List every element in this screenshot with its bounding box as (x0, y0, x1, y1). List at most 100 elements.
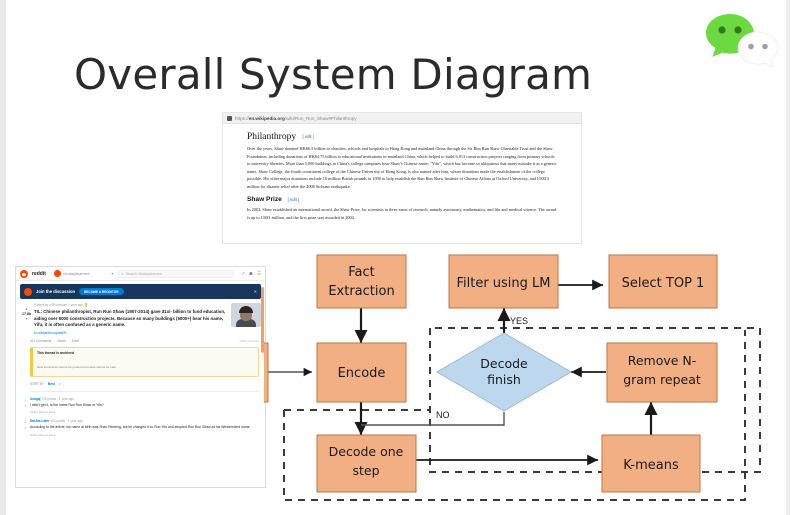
list-item: ▲ ▼ Snagaj 739 points · 1 year ago I did… (24, 397, 259, 414)
comment-author[interactable]: Eat-Me-Later (30, 419, 49, 423)
article-subheading: Shaw Prize [ edit ] (247, 196, 557, 203)
save-action[interactable]: Save (72, 339, 79, 343)
address-url: https://en.wikipedia.org/wiki/Run_Run_Sh… (235, 116, 357, 121)
share-action[interactable]: Share (57, 339, 66, 343)
close-icon[interactable]: ✕ (254, 289, 257, 294)
comment-downvote-icon[interactable]: ▼ (24, 426, 27, 430)
search-placeholder: Search r/todayilearned (125, 271, 162, 276)
comment-actions[interactable]: Share Report Save (30, 433, 259, 437)
search-input[interactable]: ⌕ Search r/todayilearned (117, 269, 235, 278)
subreddit-icon (53, 270, 61, 277)
comment-body: Snagaj 739 points · 1 year ago I didn't … (30, 397, 259, 414)
sort-controls: SORT BY Best ▾ (30, 382, 265, 386)
comments-action[interactable]: 411 Comments (30, 339, 51, 343)
node-label: Extraction (328, 284, 394, 299)
comment-actions[interactable]: Share Report Save (30, 410, 259, 414)
node-fact-extraction[interactable]: Fact Extraction (316, 254, 407, 309)
node-label: Decode one (329, 444, 404, 459)
article-heading-text: Philanthropy (247, 132, 297, 142)
comment-downvote-icon[interactable]: ▼ (24, 404, 27, 408)
banner-logo-icon (24, 287, 32, 296)
vote-controls[interactable]: ▲ 17.8k ▼ (22, 303, 31, 335)
post-link[interactable]: en.wikipedia.org/wiki/R... (34, 331, 228, 335)
node-label: Encode (338, 366, 386, 381)
wechat-logo-svg (706, 14, 779, 68)
sort-value[interactable]: Best (48, 382, 55, 386)
comment-author[interactable]: Snagaj (30, 397, 40, 401)
subreddit-name: r/todayilearned (62, 271, 90, 276)
article-paragraph: Over the years, Shaw donated HK$6.5 bill… (247, 146, 557, 189)
comment-vote-controls[interactable]: ▲ ▼ (24, 419, 27, 436)
reddit-logo-icon[interactable] (20, 269, 28, 278)
post-meta: Posted by u/Rhombium 1 year ago 🏆 (34, 303, 88, 307)
node-label: step (352, 463, 379, 478)
presentation-slide: Overall System Diagram https://en.wikipe… (0, 0, 790, 515)
url-path: /wiki/Run_Run_Shaw#Philanthropy (284, 115, 357, 121)
banner-text: Join the discussion (36, 289, 76, 294)
comment-text: According to the article, his name at bi… (29, 425, 251, 430)
wikipedia-article: Philanthropy [ edit ] Over the years, Sh… (223, 124, 581, 225)
article-subheading-text: Shaw Prize (247, 196, 282, 204)
node-label: Decode (480, 356, 528, 371)
archived-title: This thread is archived (37, 350, 74, 355)
edge-label-no: NO (436, 410, 450, 420)
post-thumbnail[interactable] (231, 303, 261, 327)
node-select-top-1[interactable]: Select TOP 1 (608, 254, 718, 309)
node-k-means[interactable]: K-means (601, 434, 701, 493)
comment-body: Eat-Me-Later 403 points · 1 year ago Acc… (30, 419, 259, 436)
comment-header: Eat-Me-Later 403 points · 1 year ago (30, 419, 259, 423)
comment-upvote-icon[interactable]: ▲ (24, 420, 27, 424)
sort-label: SORT BY (30, 381, 44, 386)
comment-vote-controls[interactable]: ▲ ▼ (24, 397, 27, 414)
post-body: Posted by u/Rhombium 1 year ago 🏆 TIL: C… (34, 303, 228, 335)
sort-chevron-down-icon[interactable]: ▾ (59, 382, 61, 386)
edit-link-2[interactable]: [ edit ] (288, 197, 299, 202)
chevron-down-icon[interactable]: ▾ (111, 271, 113, 276)
comment-text: I didn't get it, is the name Run Run Sha… (29, 402, 104, 407)
reddit-wordmark[interactable]: reddit (32, 271, 46, 277)
comment-header: Snagaj 739 points · 1 year ago (30, 397, 259, 401)
article-heading: Philanthropy [ edit ] (247, 132, 557, 142)
lock-icon (227, 115, 232, 121)
archived-subtitle: New comments cannot be posted and votes … (37, 364, 116, 369)
wechat-logo (700, 6, 784, 68)
node-label: finish (487, 372, 521, 387)
node-label: gram repeat (623, 372, 701, 387)
comment-meta: 739 points · 1 year ago (41, 396, 74, 401)
node-conversational-history[interactable]: Conversational history (264, 342, 269, 403)
node-decode-one-step[interactable]: Decode one step (316, 434, 417, 493)
upvote-ratio: 100% Upvoted (239, 338, 259, 343)
node-label: Fact (348, 265, 375, 280)
page-title: Overall System Diagram (74, 50, 593, 99)
node-label: Filter using LM (456, 276, 550, 291)
subreddit-selector[interactable]: r/todayilearned (53, 270, 90, 277)
reddit-screenshot: reddit r/todayilearned ▾ ⌕ Search r/toda… (15, 266, 266, 488)
node-label: K-means (623, 458, 679, 473)
node-decode-finish[interactable]: Decode finish (436, 332, 572, 412)
reddit-header: reddit r/todayilearned ▾ ⌕ Search r/toda… (16, 267, 265, 281)
downvote-icon[interactable]: ▼ (25, 317, 28, 321)
node-filter-using-lm[interactable]: Filter using LM (448, 254, 559, 309)
node-remove-n-gram-repeat[interactable]: Remove N- gram repeat (606, 342, 718, 403)
url-domain: en.wikipedia.org (248, 115, 285, 121)
header-icons: ↗ ☗ ☰ (241, 271, 261, 277)
url-prefix: https:// (235, 115, 249, 121)
comment-upvote-icon[interactable]: ▲ (24, 398, 27, 402)
notification-icon[interactable]: ☗ (249, 271, 253, 277)
become-redditor-button[interactable]: BECOME A REDDITOR (79, 287, 124, 296)
upvote-icon[interactable]: ▲ (25, 307, 28, 311)
post-title[interactable]: TIL: Chinese philanthropist, Run Run Sha… (34, 309, 228, 329)
rocket-icon[interactable]: ↗ (241, 271, 245, 277)
archived-notice: This thread is archived New comments can… (30, 346, 259, 377)
menu-icon[interactable]: ☰ (257, 271, 261, 277)
join-discussion-banner: Join the discussion BECOME A REDDITOR ✕ (20, 284, 261, 299)
node-encode[interactable]: Encode (316, 342, 407, 403)
node-label: Select TOP 1 (622, 276, 705, 291)
wikipedia-screenshot: https://en.wikipedia.org/wiki/Run_Run_Sh… (222, 112, 582, 244)
browser-address-bar[interactable]: https://en.wikipedia.org/wiki/Run_Run_Sh… (223, 113, 581, 124)
edge-label-yes: YES (510, 316, 528, 326)
post-actions: 411 Comments Share Save 100% Upvoted (30, 339, 265, 343)
edit-link[interactable]: [ edit ] (302, 134, 313, 139)
comment-meta: 403 points · 1 year ago (50, 419, 83, 424)
reddit-post: ▲ 17.8k ▼ Posted by u/Rhombium 1 year ag… (22, 303, 261, 335)
